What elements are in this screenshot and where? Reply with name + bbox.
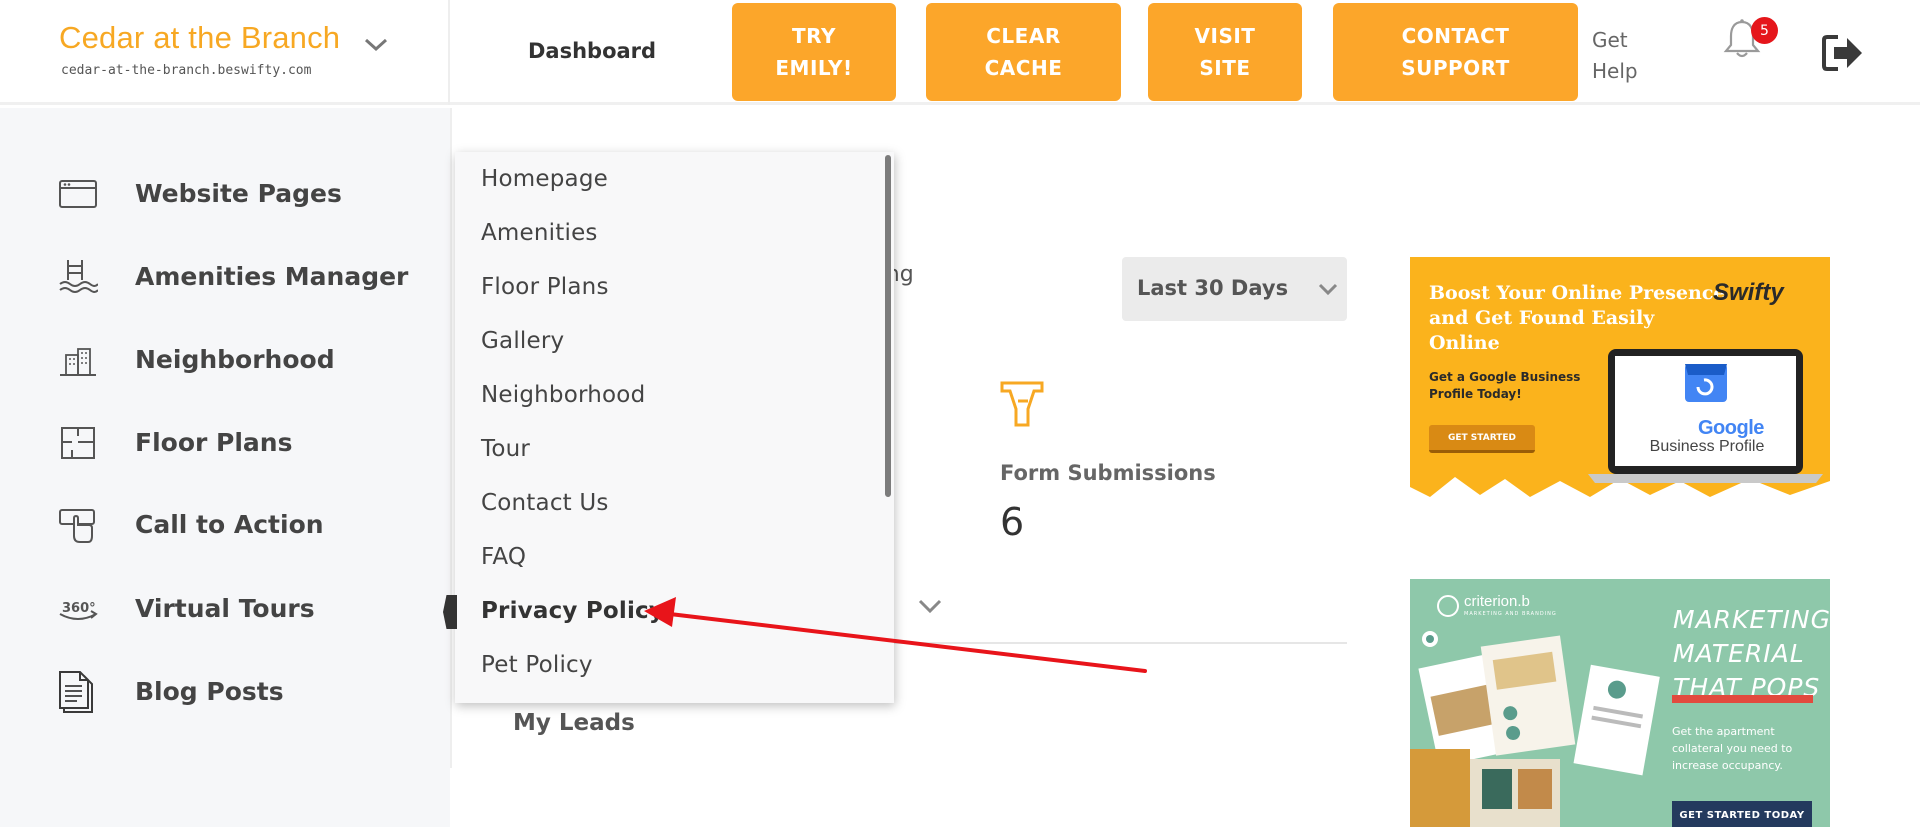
ad-headline-line1: MARKETING [1673, 605, 1830, 634]
menu-scrollbar[interactable] [885, 155, 891, 497]
notification-badge[interactable]: 5 [1751, 17, 1778, 44]
clear-cache-button[interactable]: CLEAR CACHE [926, 3, 1121, 101]
criterion-marketing-ad[interactable]: criterion.b MARKETING AND BRANDING MARKE… [1410, 579, 1830, 827]
sidebar-item-label: Call to Action [135, 510, 324, 539]
contact-support-label-line1: CONTACT [1401, 24, 1510, 48]
try-emily-label-line2: EMILY! [775, 56, 853, 80]
google-wordmark: Google [1698, 417, 1764, 440]
visit-site-label-line1: VISIT [1194, 24, 1256, 48]
sidebar-item-label: Website Pages [135, 179, 342, 208]
contact-support-label-line2: SUPPORT [1401, 56, 1510, 80]
site-url: cedar-at-the-branch.beswifty.com [61, 63, 312, 78]
chevron-down-icon [1318, 283, 1338, 296]
sidebar-divider [450, 108, 452, 768]
svg-text:360°: 360° [62, 601, 96, 616]
funnel-icon [1000, 381, 1044, 427]
form-submissions-label: Form Submissions [1000, 461, 1216, 485]
menu-item-neighborhood[interactable]: Neighborhood [481, 382, 645, 408]
logout-icon[interactable] [1822, 34, 1864, 72]
ad-subtext: Get a Google Business Profile Today! [1429, 370, 1581, 401]
sidebar-item-neighborhood[interactable]: Neighborhood [58, 335, 438, 385]
date-range-value: Last 30 Days [1137, 276, 1289, 300]
business-profile-text: Business Profile [1649, 438, 1765, 455]
site-title[interactable]: Cedar at the Branch [59, 20, 340, 56]
sidebar-item-label: Neighborhood [135, 345, 335, 374]
menu-item-floor-plans[interactable]: Floor Plans [481, 274, 609, 300]
google-wordmark-text: Google [1698, 417, 1764, 439]
sidebar-item-floor-plans[interactable]: Floor Plans [58, 418, 438, 468]
visit-site-button[interactable]: VISIT SITE [1148, 3, 1302, 101]
sidebar-item-label: Virtual Tours [135, 594, 315, 623]
menu-item-homepage[interactable]: Homepage [481, 166, 608, 192]
criterion-logo: criterion.b [1464, 593, 1530, 610]
my-leads-heading: My Leads [513, 710, 635, 736]
sidebar-item-label: Blog Posts [135, 677, 284, 706]
top-header: Cedar at the Branch cedar-at-the-branch.… [0, 0, 1920, 105]
pool-ladder-icon [59, 260, 98, 293]
google-business-profile-ad[interactable]: Boost Your Online Presence and Get Found… [1410, 257, 1830, 517]
menu-item-pet-policy[interactable]: Pet Policy [481, 652, 593, 678]
menu-item-gallery[interactable]: Gallery [481, 328, 564, 354]
floor-plan-icon [61, 427, 95, 459]
360-view-icon: 360° [59, 601, 98, 620]
ad-headline: MARKETING MATERIAL THAT POPS [1673, 603, 1830, 705]
hand-pointer-icon [59, 509, 95, 543]
ad-headline-line2: MATERIAL [1673, 639, 1805, 668]
date-range-select[interactable]: Last 30 Days [1122, 257, 1347, 321]
ad-headline: Boost Your Online Presence and Get Found… [1429, 282, 1726, 354]
brochures-illustration [1410, 631, 1660, 827]
sidebar-item-label: Floor Plans [135, 428, 293, 457]
clear-cache-label-line2: CACHE [984, 56, 1063, 80]
sidebar-item-website-pages[interactable]: Website Pages [58, 169, 438, 219]
buildings-icon [60, 348, 96, 376]
ad-get-started-button[interactable]: GET STARTED [1429, 425, 1535, 453]
criterion-logo-icon [1437, 595, 1459, 617]
try-emily-button[interactable]: TRY EMILY! [732, 3, 896, 101]
chevron-down-icon[interactable] [363, 34, 389, 54]
ad-description: Get the apartment collateral you need to… [1672, 725, 1793, 772]
browser-window-icon [59, 180, 97, 208]
swifty-logo: Swifty [1713, 279, 1784, 306]
menu-item-contact-us[interactable]: Contact Us [481, 490, 609, 516]
form-submissions-value: 6 [1000, 500, 1025, 544]
document-icon [59, 671, 93, 713]
try-emily-label-line1: TRY [792, 24, 836, 48]
sidebar-item-amenities-manager[interactable]: Amenities Manager [58, 252, 438, 302]
visit-site-label-line2: SITE [1199, 56, 1251, 80]
get-help-link[interactable]: Get Help [1592, 25, 1647, 87]
headline-underline [1672, 695, 1813, 703]
nav-dashboard-link[interactable]: Dashboard [528, 39, 656, 63]
site-switcher[interactable]: Cedar at the Branch cedar-at-the-branch.… [0, 0, 450, 105]
annotation-arrow [644, 597, 1147, 673]
menu-item-faq[interactable]: FAQ [481, 544, 526, 570]
clear-cache-label-line1: CLEAR [986, 24, 1061, 48]
sidebar-item-blog-posts[interactable]: Blog Posts [58, 667, 438, 717]
sidebar-item-call-to-action[interactable]: Call to Action [58, 500, 438, 550]
criterion-tagline: MARKETING AND BRANDING [1464, 611, 1557, 617]
menu-item-amenities[interactable]: Amenities [481, 220, 598, 246]
sidebar-item-virtual-tours[interactable]: 360° Virtual Tours [58, 584, 438, 634]
menu-item-tour[interactable]: Tour [481, 436, 530, 462]
contact-support-button[interactable]: CONTACT SUPPORT [1333, 3, 1578, 101]
ad-get-started-today-button[interactable]: GET STARTED TODAY [1672, 801, 1812, 827]
sidebar-item-label: Amenities Manager [135, 262, 409, 291]
